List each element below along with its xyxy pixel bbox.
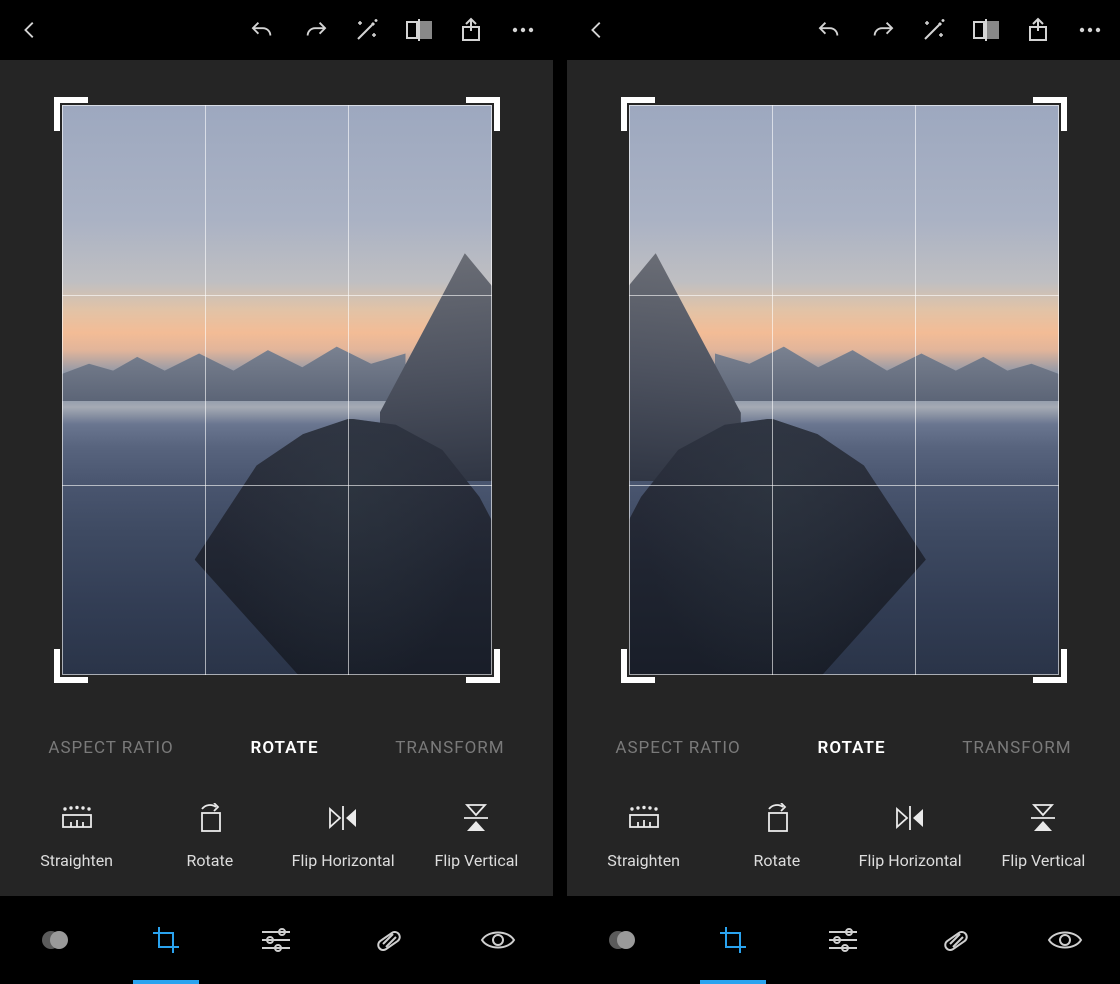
more-icon[interactable] [1076,16,1104,44]
crop-subtabs: ASPECT RATIO ROTATE TRANSFORM [567,720,1120,776]
redo-icon[interactable] [868,16,896,44]
back-icon[interactable] [583,16,611,44]
layers-icon[interactable] [567,896,678,984]
editor-pane-right: ASPECT RATIO ROTATE TRANSFORM Straighten… [567,0,1120,984]
spot-heal-icon[interactable] [899,896,1010,984]
crop-handle-tl[interactable] [54,97,88,131]
tab-aspect-ratio[interactable]: ASPECT RATIO [48,738,173,758]
spot-heal-icon[interactable] [332,896,443,984]
tab-rotate[interactable]: ROTATE [251,738,319,758]
layers-icon[interactable] [0,896,111,984]
tab-transform[interactable]: TRANSFORM [395,738,504,758]
flip-horizontal-icon [895,803,925,833]
crop-canvas[interactable] [567,60,1120,720]
rotate-tools-row: Straighten Rotate Flip Horizontal Flip V… [0,776,553,896]
red-eye-icon[interactable] [1009,896,1120,984]
crop-icon[interactable] [111,896,222,984]
crop-handle-bl[interactable] [621,649,655,683]
rotate-button[interactable]: Rotate [710,803,843,870]
crop-handle-bl[interactable] [54,649,88,683]
tool-label: Flip Vertical [1001,851,1085,870]
share-icon[interactable] [457,16,485,44]
flip-vertical-icon [463,803,489,833]
rotate-icon [761,803,793,833]
compare-icon[interactable] [405,16,433,44]
top-toolbar [0,0,553,60]
flip-vertical-button[interactable]: Flip Vertical [977,803,1110,870]
crop-handle-tl[interactable] [621,97,655,131]
straighten-button[interactable]: Straighten [577,803,710,870]
crop-subtabs: ASPECT RATIO ROTATE TRANSFORM [0,720,553,776]
flip-horizontal-icon [328,803,358,833]
auto-enhance-icon[interactable] [920,16,948,44]
photo-preview [62,105,492,675]
auto-enhance-icon[interactable] [353,16,381,44]
tab-rotate[interactable]: ROTATE [818,738,886,758]
more-icon[interactable] [509,16,537,44]
tool-label: Rotate [187,851,234,870]
back-icon[interactable] [16,16,44,44]
flip-horizontal-button[interactable]: Flip Horizontal [844,803,977,870]
undo-icon[interactable] [816,16,844,44]
bottom-toolbar [0,896,553,984]
tool-label: Straighten [607,851,680,870]
straighten-icon [624,803,664,833]
crop-canvas[interactable] [0,60,553,720]
red-eye-icon[interactable] [442,896,553,984]
compare-icon[interactable] [972,16,1000,44]
redo-icon[interactable] [301,16,329,44]
undo-icon[interactable] [249,16,277,44]
flip-horizontal-button[interactable]: Flip Horizontal [277,803,410,870]
tab-transform[interactable]: TRANSFORM [962,738,1071,758]
rotate-tools-row: Straighten Rotate Flip Horizontal Flip V… [567,776,1120,896]
tool-label: Straighten [40,851,113,870]
rotate-icon [194,803,226,833]
share-icon[interactable] [1024,16,1052,44]
tool-label: Rotate [754,851,801,870]
tool-label: Flip Horizontal [859,851,962,870]
crop-frame[interactable] [62,105,492,675]
tool-label: Flip Vertical [434,851,518,870]
crop-icon[interactable] [678,896,789,984]
bottom-toolbar [567,896,1120,984]
crop-handle-tr[interactable] [466,97,500,131]
adjust-icon[interactable] [221,896,332,984]
crop-handle-br[interactable] [466,649,500,683]
crop-frame[interactable] [629,105,1059,675]
flip-vertical-icon [1030,803,1056,833]
tab-aspect-ratio[interactable]: ASPECT RATIO [615,738,740,758]
editor-pane-left: ASPECT RATIO ROTATE TRANSFORM Straighten… [0,0,553,984]
crop-handle-tr[interactable] [1033,97,1067,131]
adjust-icon[interactable] [788,896,899,984]
top-toolbar [567,0,1120,60]
straighten-icon [57,803,97,833]
photo-preview [629,105,1059,675]
straighten-button[interactable]: Straighten [10,803,143,870]
rotate-button[interactable]: Rotate [143,803,276,870]
flip-vertical-button[interactable]: Flip Vertical [410,803,543,870]
crop-handle-br[interactable] [1033,649,1067,683]
tool-label: Flip Horizontal [292,851,395,870]
